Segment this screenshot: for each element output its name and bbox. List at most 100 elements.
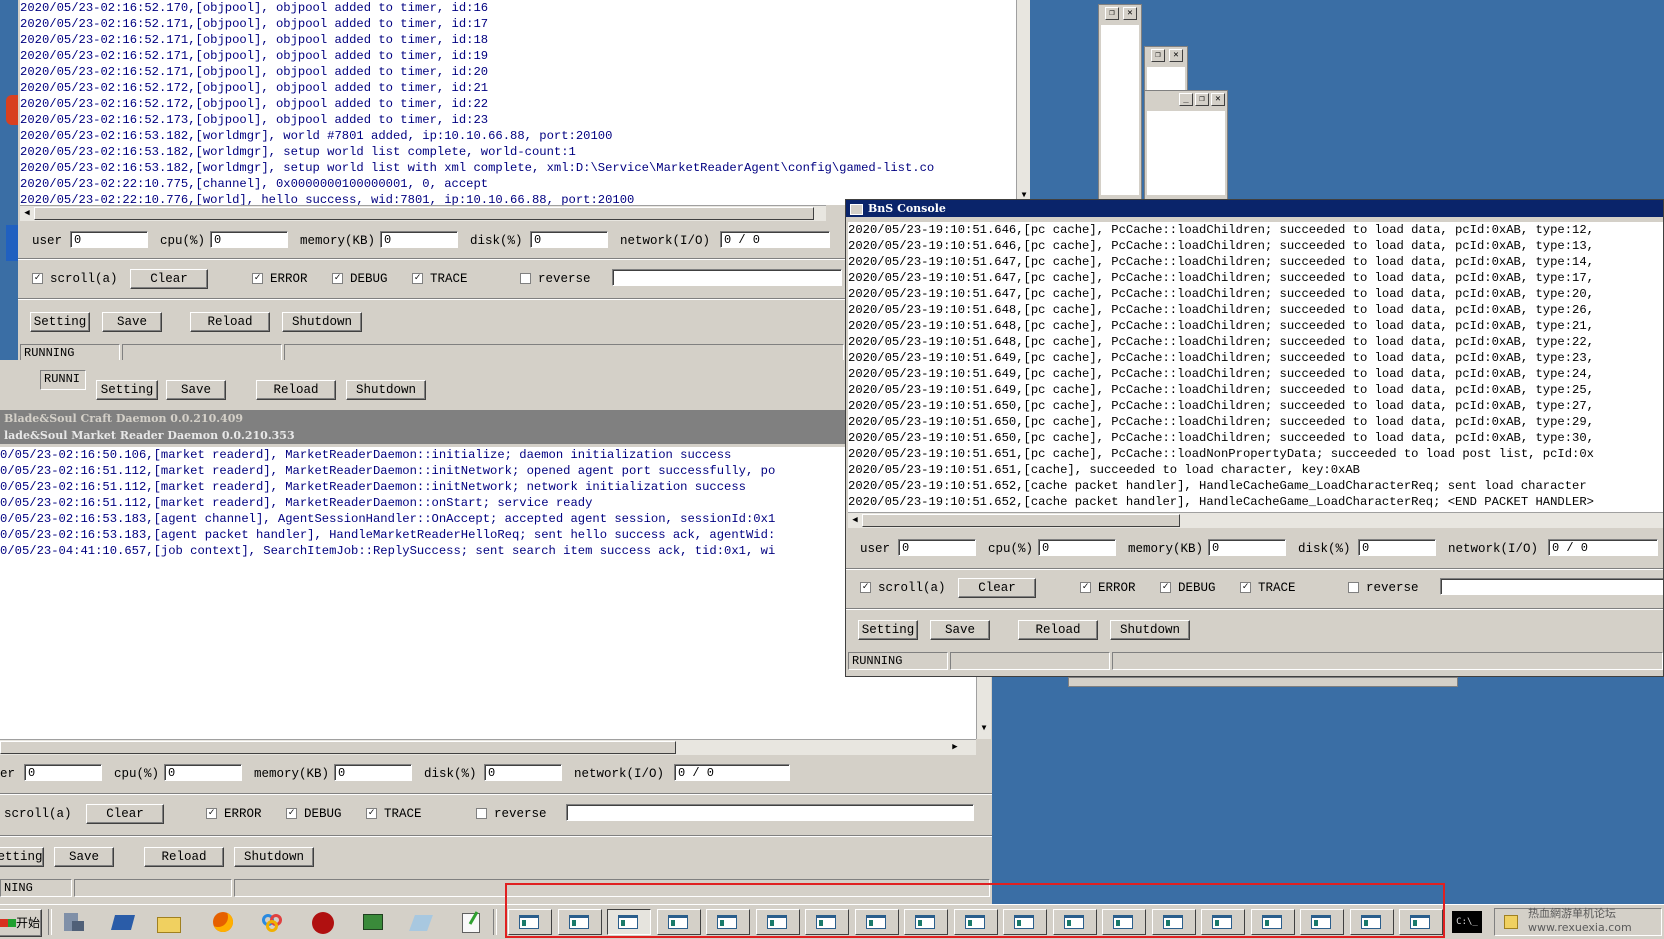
reload-button[interactable]: Reload — [190, 312, 270, 332]
memory-field[interactable]: 0 — [334, 764, 412, 781]
reverse-checkbox[interactable] — [476, 808, 487, 819]
minimize-icon[interactable]: _ — [1179, 93, 1193, 106]
scroll-checkbox[interactable]: ✓ — [860, 582, 871, 593]
app-icon[interactable] — [458, 911, 484, 933]
scrollbar-thumb[interactable] — [862, 514, 1180, 527]
second-console-window: RUNNI Setting Save Reload Shutdown — [0, 360, 850, 410]
close-icon[interactable]: ✕ — [1169, 49, 1183, 62]
start-button[interactable]: 开始 — [0, 909, 42, 937]
network-field[interactable]: 0 / 0 — [1548, 539, 1658, 556]
market-window-titlebar[interactable]: lade&Soul Market Reader Daemon 0.0.210.3… — [0, 427, 992, 444]
reverse-checkbox[interactable] — [520, 273, 531, 284]
shutdown-button[interactable]: Shutdown — [1110, 620, 1190, 640]
user-field[interactable]: 0 — [70, 231, 148, 248]
network-field[interactable]: 0 / 0 — [674, 764, 790, 781]
filter-input[interactable] — [1440, 578, 1663, 595]
minimized-window[interactable]: _ ❐ ✕ — [1144, 90, 1228, 200]
network-icon[interactable] — [360, 911, 386, 933]
firefox-icon[interactable] — [210, 911, 236, 933]
network-field[interactable]: 0 / 0 — [720, 231, 830, 248]
horizontal-scrollbar[interactable]: ◀ — [848, 512, 1663, 528]
log-line: 2020/05/23-02:16:52.170,[objpool], objpo… — [20, 1, 489, 15]
user-field[interactable]: 0 — [24, 764, 102, 781]
scroll-down-arrow-icon[interactable]: ▼ — [978, 723, 990, 735]
save-button[interactable]: Save — [102, 312, 162, 332]
cpu-field[interactable]: 0 — [210, 231, 288, 248]
trace-checkbox[interactable]: ✓ — [412, 273, 423, 284]
user-field[interactable]: 0 — [898, 539, 976, 556]
save-button[interactable]: Save — [54, 847, 114, 867]
memory-field[interactable]: 0 — [1208, 539, 1286, 556]
cmd-icon[interactable]: C:\_ — [1452, 911, 1482, 933]
watermark-text: 热血網游单机论坛 www.rexuexia.com — [1528, 907, 1632, 934]
reload-button[interactable]: Reload — [256, 380, 336, 400]
network-label: network(I/O) — [574, 767, 665, 781]
error-checkbox[interactable]: ✓ — [206, 808, 217, 819]
setting-button[interactable]: etting — [0, 847, 44, 867]
scrollbar-thumb[interactable] — [0, 741, 676, 754]
vertical-scrollbar[interactable]: ▼ — [1016, 0, 1030, 205]
trace-checkbox[interactable]: ✓ — [1240, 582, 1251, 593]
scroll-label: scroll(a) — [878, 581, 946, 595]
save-button[interactable]: Save — [930, 620, 990, 640]
debug-checkbox[interactable]: ✓ — [332, 273, 343, 284]
clear-button[interactable]: Clear — [86, 804, 164, 824]
minimized-window[interactable]: ❐ ✕ — [1098, 4, 1142, 200]
disk-field[interactable]: 0 — [1358, 539, 1436, 556]
debug-label: DEBUG — [304, 807, 342, 821]
shutdown-button[interactable]: Shutdown — [282, 312, 362, 332]
powershell-icon[interactable] — [110, 911, 136, 933]
notepad-icon[interactable] — [408, 911, 434, 933]
log-line: 2020/05/23-19:10:51.648,[pc cache], PcCa… — [848, 335, 1594, 349]
horizontal-scrollbar[interactable]: ◀ — [20, 205, 826, 221]
tray-icon[interactable] — [1504, 915, 1518, 929]
shutdown-button[interactable]: Shutdown — [234, 847, 314, 867]
clear-button[interactable]: Clear — [958, 578, 1036, 598]
scroll-left-arrow-icon[interactable]: ◀ — [20, 206, 34, 220]
market-log-area[interactable]: 0/05/23-02:16:50.106,[market readerd], M… — [0, 447, 976, 739]
filter-input[interactable] — [612, 269, 842, 286]
scroll-right-arrow-icon[interactable]: ▶ — [948, 740, 962, 754]
cpu-field[interactable]: 0 — [1038, 539, 1116, 556]
close-icon[interactable]: ✕ — [1211, 93, 1225, 106]
game-icon[interactable] — [310, 911, 336, 934]
cpu-label: cpu(%) — [114, 767, 160, 781]
desktop-icon[interactable] — [6, 95, 18, 125]
horizontal-scrollbar[interactable]: ▶ — [0, 739, 976, 755]
trace-checkbox[interactable]: ✓ — [366, 808, 377, 819]
log-line: 2020/05/23-19:10:51.651,[cache], succeed… — [848, 463, 1360, 477]
folder-icon[interactable] — [156, 911, 182, 933]
error-checkbox[interactable]: ✓ — [252, 273, 263, 284]
filter-input[interactable] — [566, 804, 974, 821]
setting-button[interactable]: Setting — [858, 620, 918, 640]
scroll-checkbox[interactable]: ✓ — [32, 273, 43, 284]
reverse-checkbox[interactable] — [1348, 582, 1359, 593]
restore-icon[interactable]: ❐ — [1195, 93, 1209, 106]
taskbar-highlight-box — [505, 883, 1445, 938]
restore-icon[interactable]: ❐ — [1105, 7, 1119, 20]
scrollbar-thumb[interactable] — [34, 207, 814, 220]
setting-button[interactable]: Setting — [30, 312, 90, 332]
debug-checkbox[interactable]: ✓ — [1160, 582, 1171, 593]
reload-button[interactable]: Reload — [1018, 620, 1098, 640]
server-manager-icon[interactable] — [60, 911, 86, 933]
restore-icon[interactable]: ❐ — [1151, 49, 1165, 62]
craft-log-area[interactable]: 2020/05/23-02:16:52.170,[objpool], objpo… — [20, 0, 1016, 205]
memory-field[interactable]: 0 — [380, 231, 458, 248]
cpu-field[interactable]: 0 — [164, 764, 242, 781]
scroll-left-arrow-icon[interactable]: ◀ — [848, 513, 862, 527]
bns-log-area[interactable]: 2020/05/23-19:10:51.646,[pc cache], PcCa… — [848, 222, 1663, 512]
clear-button[interactable]: Clear — [130, 269, 208, 289]
setting-button[interactable]: Setting — [96, 380, 158, 400]
reload-button[interactable]: Reload — [144, 847, 224, 867]
error-checkbox[interactable]: ✓ — [1080, 582, 1091, 593]
bns-titlebar[interactable]: BnS Console — [846, 200, 1663, 217]
save-button[interactable]: Save — [166, 380, 226, 400]
close-icon[interactable]: ✕ — [1123, 7, 1137, 20]
baidu-netdisk-icon[interactable] — [260, 911, 286, 933]
desktop-icon[interactable] — [6, 225, 18, 261]
disk-field[interactable]: 0 — [530, 231, 608, 248]
disk-field[interactable]: 0 — [484, 764, 562, 781]
shutdown-button[interactable]: Shutdown — [346, 380, 426, 400]
debug-checkbox[interactable]: ✓ — [286, 808, 297, 819]
